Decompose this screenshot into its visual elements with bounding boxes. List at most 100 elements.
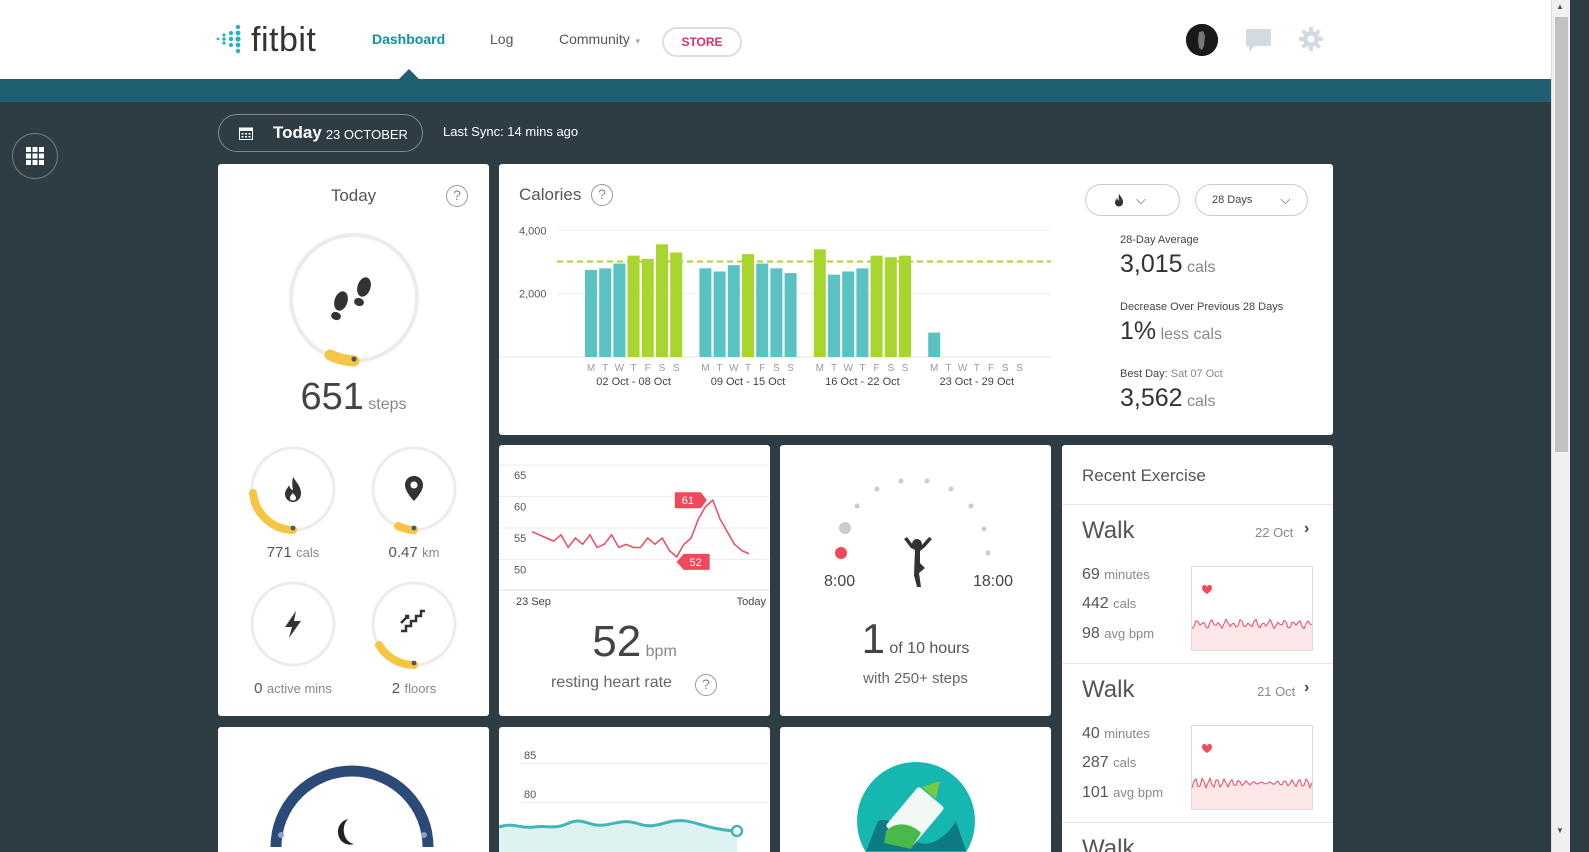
messages-icon[interactable]	[1245, 28, 1272, 53]
chevron-right-icon[interactable]: ›	[1304, 679, 1309, 697]
avg-label: 28-Day Average	[1120, 234, 1199, 246]
high-value-badge: 61	[674, 492, 707, 509]
food-log-icon[interactable]	[856, 761, 976, 852]
day-letter: W	[958, 363, 968, 374]
weight-chart[interactable]: 85 80 75	[499, 727, 770, 852]
y-tick-label: 2,000	[519, 289, 547, 301]
exercise-item[interactable]: Walk	[1062, 822, 1333, 852]
decrease-stat: Decrease Over Previous 28 Days 1% less c…	[1120, 301, 1283, 346]
exercise-minutes: 40	[1082, 725, 1100, 742]
distance-stat: 0.47 km	[368, 544, 460, 562]
nav-dashboard[interactable]: Dashboard	[372, 31, 445, 47]
nav-community-label: Community	[559, 31, 630, 47]
calories-ring[interactable]	[247, 443, 339, 535]
day-letter: T	[859, 363, 865, 374]
exercise-minutes-unit: minutes	[1104, 567, 1150, 582]
day-letter: T	[831, 363, 837, 374]
calories-card: Calories ? ⌵ 28 Days ⌵ 4,000 2,000 M T W T F S S…	[499, 164, 1333, 435]
range-dropdown[interactable]: 28 Days ⌵	[1195, 184, 1308, 216]
week-label: 02 Oct - 08 Oct	[596, 376, 671, 388]
calories-value: 771	[266, 544, 292, 561]
page-scrollbar[interactable]: ▲ ▼	[1551, 0, 1570, 852]
range-dropdown-label: 28 Days	[1212, 194, 1253, 206]
brand-name: fitbit	[251, 21, 317, 59]
calorie-bar	[756, 263, 769, 357]
day-letter: S	[773, 363, 780, 374]
hourly-sub-label: with 250+ steps	[863, 670, 968, 687]
heart-rate-chart[interactable]: 65 60 55 50 61 52 23 Sep Today	[499, 445, 770, 615]
exercise-minutes-unit: minutes	[1104, 726, 1150, 741]
flame-icon	[1115, 194, 1123, 207]
scroll-down-icon[interactable]: ▼	[1556, 826, 1564, 835]
day-letter: W	[843, 363, 853, 374]
high-value-label: 61	[682, 495, 694, 507]
day-letter: T	[631, 363, 637, 374]
resting-hr-readout: 52 bpm	[499, 617, 770, 667]
active-minutes-ring[interactable]	[247, 578, 339, 670]
scroll-up-icon[interactable]: ▲	[1556, 2, 1564, 11]
calorie-bar	[742, 254, 754, 357]
active-minutes-value: 0	[254, 680, 263, 697]
moon-icon	[338, 819, 354, 845]
calories-help-button[interactable]: ?	[591, 184, 613, 206]
low-value-label: 52	[690, 557, 702, 569]
active-tab-indicator	[399, 69, 419, 79]
sleep-ring[interactable]	[218, 727, 489, 852]
hourly-start-time: 8:00	[824, 573, 856, 590]
day-letter: M	[930, 363, 938, 374]
active-minutes-unit: active mins	[266, 681, 332, 696]
date-selector[interactable]: Today 23 OCTOBER	[218, 114, 423, 152]
calorie-bar	[613, 263, 626, 357]
day-letter: F	[988, 363, 994, 374]
exercise-cals-unit: cals	[1113, 755, 1137, 770]
day-letter: T	[945, 363, 951, 374]
calorie-bar	[770, 268, 783, 357]
chevron-right-icon[interactable]: ›	[1304, 520, 1309, 538]
avatar[interactable]	[1186, 24, 1218, 56]
calorie-bar	[884, 257, 897, 357]
tile-menu-button[interactable]	[12, 133, 58, 179]
day-letter: S	[787, 363, 794, 374]
metric-dropdown[interactable]: ⌵	[1085, 184, 1180, 216]
day-letter: S	[902, 363, 909, 374]
today-help-button[interactable]: ?	[446, 185, 468, 207]
calendar-icon	[239, 127, 253, 140]
settings-gear-icon[interactable]	[1298, 26, 1324, 52]
exercise-bpm-unit: avg bpm	[1113, 785, 1164, 800]
y-tick-label: 65	[514, 470, 526, 482]
last-sync-text: Last Sync: 14 mins ago	[443, 124, 579, 139]
nav-log[interactable]: Log	[490, 31, 513, 47]
fitbit-logo[interactable]: fitbit	[213, 22, 316, 58]
recent-exercise-card: Recent Exercise Walk 22 Oct › 69 minutes…	[1062, 445, 1333, 852]
chevron-down-icon: ⌵	[1136, 192, 1146, 207]
calorie-bar	[727, 265, 740, 357]
steps-unit: steps	[368, 396, 407, 413]
date-today-label: Today	[273, 123, 322, 142]
calorie-bar	[928, 332, 941, 357]
steps-ring[interactable]	[284, 228, 424, 368]
best-day-date: Sat 07 Oct	[1170, 368, 1223, 380]
calorie-bar	[842, 271, 855, 357]
distance-ring[interactable]	[368, 443, 460, 535]
nav-community[interactable]: Community ▼	[559, 31, 642, 47]
dancing-person-icon	[904, 537, 932, 587]
floors-value: 2	[391, 680, 401, 697]
exercise-cals-unit: cals	[1113, 596, 1137, 611]
exercise-item[interactable]: Walk 22 Oct › 69 minutes 442 cals 98 avg…	[1062, 504, 1333, 663]
resting-hr-value: 52	[592, 617, 642, 666]
exercise-name: Walk	[1082, 835, 1135, 852]
avg-value: 3,015	[1120, 250, 1183, 278]
sleep-card	[218, 727, 489, 852]
scrollbar-thumb[interactable]	[1555, 17, 1568, 452]
y-tick-label: 55	[514, 533, 526, 545]
heart-rate-help-button[interactable]: ?	[695, 674, 717, 696]
hourly-readout: 1 of 10 hours	[780, 615, 1051, 663]
calorie-bar	[641, 258, 654, 357]
x-start-label: 23 Sep	[516, 596, 551, 608]
flame-icon	[285, 477, 301, 502]
decrease-label: Decrease Over Previous 28 Days	[1120, 301, 1284, 313]
exercise-item[interactable]: Walk 21 Oct › 40 minutes 287 cals 101 av…	[1062, 663, 1333, 822]
best-day-stat: Best Day: Sat 07 Oct 3,562 cals	[1120, 368, 1223, 413]
store-button[interactable]: STORE	[662, 27, 742, 57]
floors-ring[interactable]	[368, 578, 460, 670]
